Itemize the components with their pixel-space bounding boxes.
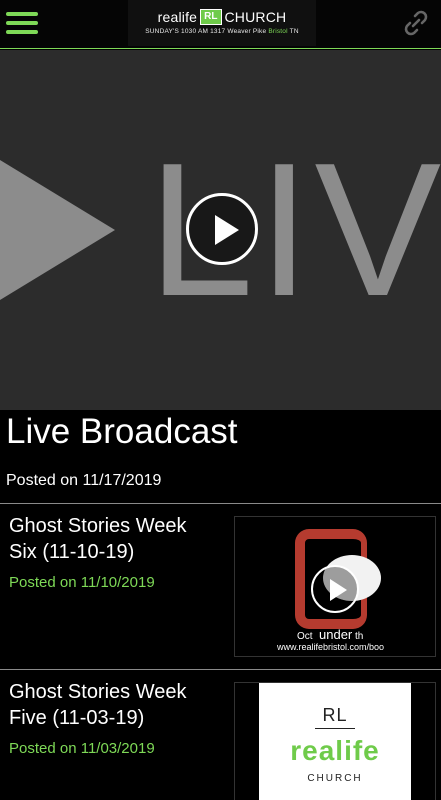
thumb-caption: Oct: [297, 631, 313, 642]
logo-badge: RL: [200, 9, 222, 25]
app-header: realife RL CHURCH SUNDAY'S 1030 AM 1317 …: [0, 0, 441, 49]
logo-left-word: realife: [157, 9, 198, 25]
item-title[interactable]: Ghost Stories Week Six (11-10-19): [9, 513, 219, 565]
hamburger-icon[interactable]: [6, 9, 40, 37]
chain-link-icon[interactable]: [400, 7, 432, 39]
item-date: Posted on 11/03/2019: [9, 740, 155, 757]
hero-play-graphic: [0, 160, 115, 300]
item-date: Posted on 11/10/2019: [9, 574, 155, 591]
logo-sub-state: TN: [289, 28, 299, 35]
play-icon[interactable]: [311, 565, 359, 613]
realife-logo-image: RL realife CHURCH: [259, 683, 411, 800]
menu-bar: [6, 21, 38, 25]
list-item[interactable]: Ghost Stories Week Six (11-10-19) Posted…: [0, 504, 441, 669]
item-title[interactable]: Ghost Stories Week Five (11-03-19): [9, 679, 219, 731]
logo-sub-city: Bristol: [268, 28, 288, 35]
thumb-logo-rule: [315, 728, 355, 729]
thumb-caption: th: [355, 631, 364, 642]
church-logo[interactable]: realife RL CHURCH SUNDAY'S 1030 AM 1317 …: [128, 0, 316, 46]
thumb-caption: under: [319, 627, 353, 642]
logo-right-word: CHURCH: [224, 9, 287, 25]
menu-bar: [6, 12, 38, 16]
thumb-logo-word: realife: [290, 735, 380, 766]
thumb-url: www.realifebristol.com/boo: [277, 642, 385, 652]
list-item[interactable]: Ghost Stories Week Five (11-03-19) Poste…: [0, 670, 441, 800]
thumb-logo-rl: RL: [322, 705, 348, 725]
play-icon[interactable]: [186, 193, 258, 265]
featured-title[interactable]: Live Broadcast: [6, 412, 238, 452]
logo-sub-main: SUNDAY'S 1030 AM 1317 Weaver Pike: [145, 28, 267, 35]
featured-date: Posted on 11/17/2019: [6, 472, 162, 489]
item-thumbnail[interactable]: Oct under th www.realifebristol.com/boo: [234, 516, 436, 657]
logo-service-info: SUNDAY'S 1030 AM 1317 Weaver Pike Bristo…: [128, 28, 316, 35]
live-video-player[interactable]: LIVE: [0, 50, 441, 410]
item-thumbnail[interactable]: RL realife CHURCH: [234, 682, 436, 800]
menu-bar: [6, 30, 38, 34]
logo-wordmark: realife RL CHURCH: [128, 9, 316, 25]
thumb-logo-church: CHURCH: [307, 773, 363, 784]
